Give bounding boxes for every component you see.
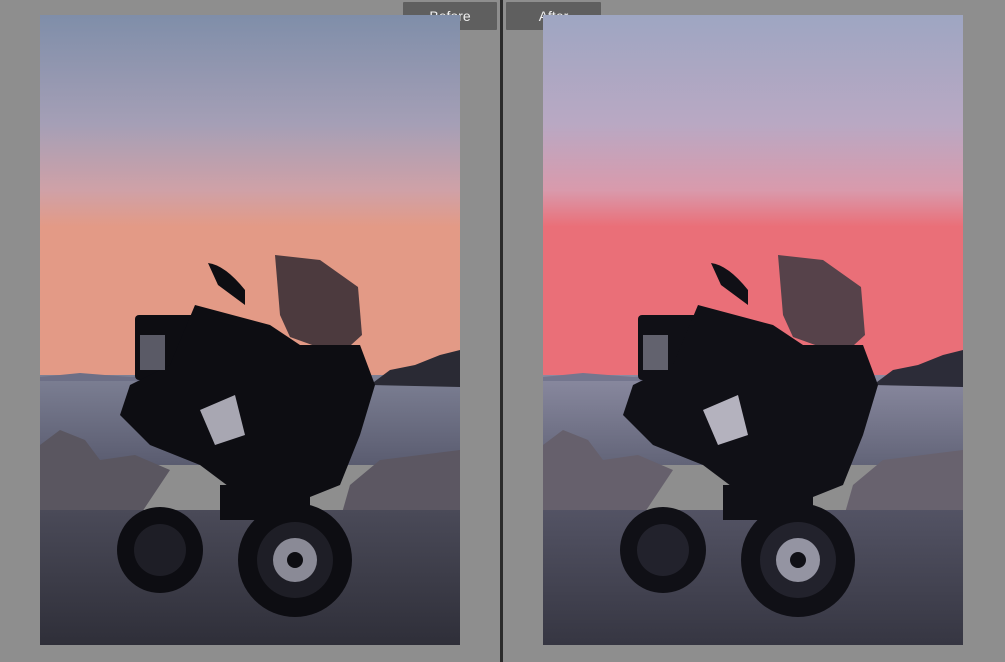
before-image — [40, 15, 460, 645]
before-photo[interactable] — [40, 15, 460, 645]
before-pane: Before — [0, 0, 500, 662]
after-pane: After — [503, 0, 1005, 662]
after-photo[interactable] — [543, 15, 963, 645]
after-image — [543, 15, 963, 645]
before-after-viewer: Before — [0, 0, 1005, 662]
